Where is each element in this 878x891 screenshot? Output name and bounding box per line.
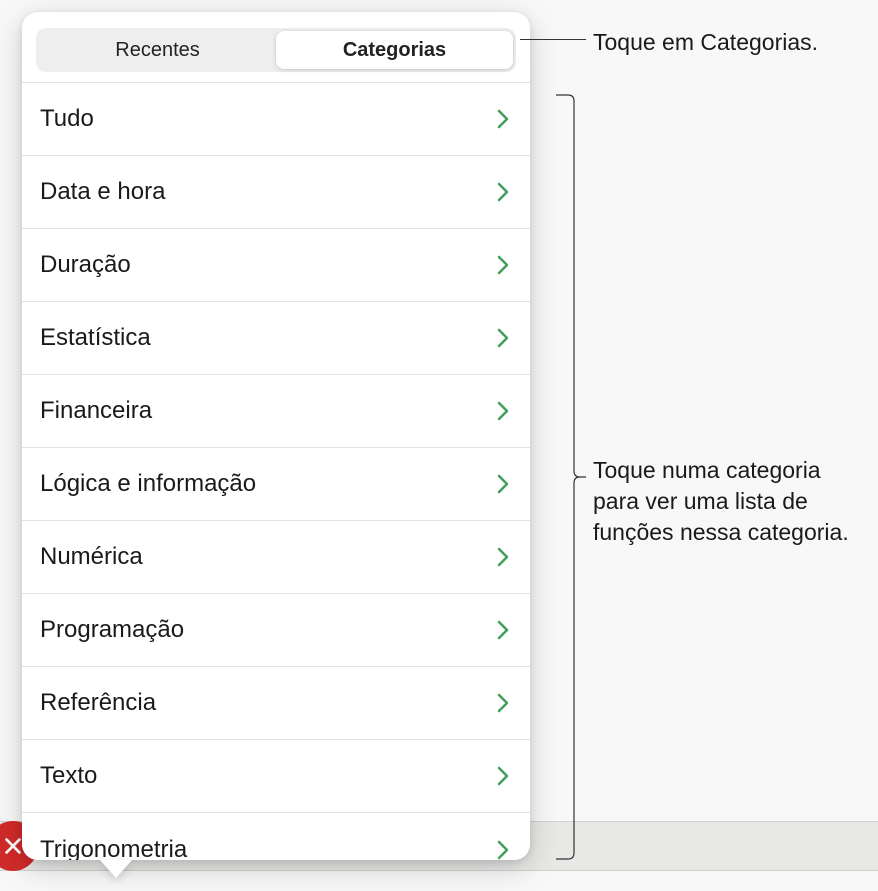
list-item[interactable]: Numérica — [22, 521, 530, 594]
list-item[interactable]: Duração — [22, 229, 530, 302]
list-item[interactable]: Trigonometria — [22, 813, 530, 860]
list-item[interactable]: Financeira — [22, 375, 530, 448]
list-item[interactable]: Data e hora — [22, 156, 530, 229]
chevron-right-icon — [496, 328, 510, 348]
list-item-label: Referência — [40, 689, 156, 717]
list-item-label: Data e hora — [40, 178, 165, 206]
chevron-right-icon — [496, 620, 510, 640]
tab-categories[interactable]: Categorias — [276, 31, 513, 69]
popover-tail — [100, 860, 132, 878]
list-item-label: Lógica e informação — [40, 470, 256, 498]
list-item-label: Trigonometria — [40, 836, 187, 861]
list-item[interactable]: Programação — [22, 594, 530, 667]
callout-tap-categories: Toque em Categorias. — [593, 27, 873, 58]
list-item-label: Programação — [40, 616, 184, 644]
chevron-right-icon — [496, 474, 510, 494]
list-item-label: Estatística — [40, 324, 151, 352]
tab-recent[interactable]: Recentes — [39, 31, 276, 69]
list-item-label: Numérica — [40, 543, 143, 571]
chevron-right-icon — [496, 840, 510, 860]
chevron-right-icon — [496, 182, 510, 202]
chevron-right-icon — [496, 255, 510, 275]
list-item[interactable]: Estatística — [22, 302, 530, 375]
list-item[interactable]: Referência — [22, 667, 530, 740]
close-icon — [2, 835, 24, 857]
segmented-control: Recentes Categorias — [36, 28, 516, 72]
chevron-right-icon — [496, 401, 510, 421]
chevron-right-icon — [496, 109, 510, 129]
chevron-right-icon — [496, 693, 510, 713]
list-item-label: Texto — [40, 762, 97, 790]
tab-recent-label: Recentes — [115, 39, 200, 62]
function-browser-popover: Recentes Categorias Tudo Data e hora Dur… — [22, 12, 530, 860]
list-item[interactable]: Tudo — [22, 83, 530, 156]
list-item[interactable]: Lógica e informação — [22, 448, 530, 521]
tab-categories-label: Categorias — [343, 39, 446, 62]
list-item[interactable]: Texto — [22, 740, 530, 813]
category-list: Tudo Data e hora Duração Estatística Fin… — [22, 82, 530, 860]
callout-bracket — [556, 94, 586, 860]
list-item-label: Financeira — [40, 397, 152, 425]
chevron-right-icon — [496, 547, 510, 567]
callout-tap-category: Toque numa categoria para ver uma lista … — [593, 455, 873, 548]
callout-leader-line — [520, 39, 586, 40]
chevron-right-icon — [496, 766, 510, 786]
list-item-label: Tudo — [40, 105, 94, 133]
list-item-label: Duração — [40, 251, 131, 279]
